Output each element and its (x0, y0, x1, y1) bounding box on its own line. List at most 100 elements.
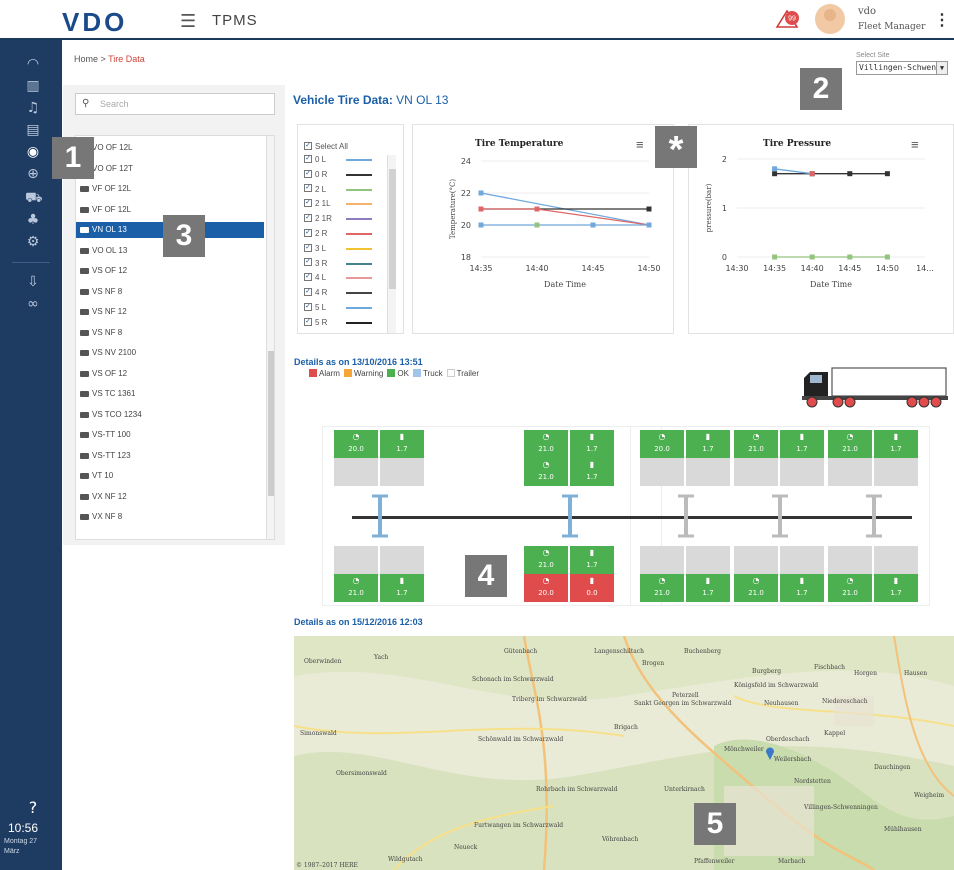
tire-row[interactable]: ✓ 3 R (304, 258, 372, 270)
vehicle-list-item[interactable]: VS TC 1361 (76, 386, 264, 402)
map-place-label: Dauchingen (874, 764, 911, 771)
truck-icon (80, 206, 89, 213)
tire-row[interactable]: ✓ 0 L (304, 154, 372, 166)
vehicle-list-item[interactable]: VS TCO 1234 (76, 407, 264, 423)
help-icon[interactable]: ? (25, 800, 41, 816)
alarm-count: 99 (788, 16, 796, 23)
vehicle-list-item[interactable]: VO OF 12L (76, 140, 264, 156)
vehicle-list-item[interactable]: VS NF 8 (76, 325, 264, 341)
tire-checkbox[interactable]: ✓ (304, 154, 312, 163)
steering-wheel-icon[interactable]: ⊕ (25, 166, 41, 182)
tire-row[interactable]: ✓ 0 R (304, 169, 372, 181)
select-site-label: Select Site (856, 52, 890, 59)
tire-checkbox[interactable]: ✓ (304, 302, 312, 311)
vehicle-label: VN OL 13 (92, 225, 127, 234)
alarm-notification-icon[interactable]: 99 (774, 8, 802, 30)
x-tick-label: 14... (916, 264, 934, 273)
bell-icon[interactable]: ♫ (25, 100, 41, 116)
scrollbar-thumb[interactable] (268, 351, 274, 496)
tire-row[interactable]: ✓ 5 R (304, 317, 372, 329)
vehicle-title-prefix: Vehicle Tire Data: (293, 93, 393, 107)
report-icon[interactable]: ▤ (25, 122, 41, 138)
vehicle-list-item[interactable]: VX NF 8 (76, 509, 264, 525)
select-all-checkbox[interactable]: ✓ (304, 141, 312, 150)
vehicle-search-input[interactable]: ⚲ Search (75, 93, 275, 115)
truck-icon (80, 247, 89, 254)
vehicle-list-item[interactable]: VS OF 12 (76, 263, 264, 279)
map-place-label: Königsfeld im Schwarzwald (734, 682, 819, 689)
x-tick-label: 14:45 (581, 264, 604, 273)
temperature-chart: 18 20 22 24 14:35 14:40 14:45 14:50 Date Time Tem… (449, 157, 661, 289)
vehicle-label: VO OF 12T (92, 163, 133, 173)
map-place-label: Brigach (614, 724, 638, 731)
data-point (772, 166, 778, 172)
details-timestamp-2: Details as on 15/12/2016 12:03 (294, 617, 423, 627)
data-point (772, 171, 778, 177)
map-icon[interactable]: ▥ (25, 78, 41, 94)
map-place-label: Burgberg (752, 668, 782, 675)
tire-label: 3 R (315, 258, 328, 268)
vehicle-list-item[interactable]: VS-TT 100 (76, 427, 264, 443)
vehicle-list-item[interactable]: VT 10 (76, 468, 264, 484)
data-point (646, 206, 652, 212)
vehicle-location-map[interactable]: Oberwinden Yach Gütenbach Langenschiltach Bu… (294, 636, 954, 870)
tire-row[interactable]: ✓ 4 L (304, 272, 372, 284)
breadcrumb-home[interactable]: Home (74, 54, 98, 64)
legend-label: Truck (422, 369, 443, 378)
vehicle-list-scrollbar[interactable] (266, 136, 274, 539)
truck-icon (80, 411, 89, 418)
map-place-label: Horgen (854, 670, 877, 677)
vdo-logo[interactable]: VDO (62, 7, 127, 38)
tire-selector-scrollbar[interactable] (387, 155, 396, 333)
more-options-icon[interactable]: ⋮ (934, 10, 950, 30)
search-icon: ⚲ (82, 98, 90, 109)
truck-icon (80, 268, 89, 274)
tire-row[interactable]: ✓ 2 1L (304, 198, 372, 210)
vehicle-list-item[interactable]: VS OF 12 (76, 366, 264, 382)
tire-icon[interactable]: ◉ (25, 144, 41, 160)
dashboard-gauge-icon[interactable]: ◠ (25, 56, 41, 72)
vehicle-list-item[interactable]: VS-TT 123 (76, 448, 264, 464)
series-line (774, 168, 813, 175)
download-icon[interactable]: ⇩ (25, 274, 41, 290)
select-all-row[interactable]: ✓ Select All (304, 141, 348, 153)
tire-checkbox[interactable]: ✓ (304, 288, 312, 297)
tire-checkbox[interactable]: ✓ (304, 184, 312, 193)
site-select-dropdown[interactable]: Villingen-Schwenn ▼ (856, 61, 948, 75)
tire-checkbox[interactable]: ✓ (304, 317, 312, 326)
hierarchy-icon[interactable]: ♣ (25, 212, 41, 228)
map-place-label: Neueck (454, 844, 478, 851)
truck-icon[interactable]: ⛟ (25, 190, 43, 206)
callout-3: 3 (163, 215, 205, 257)
tire-row[interactable]: ✓ 4 R (304, 287, 372, 299)
tire-checkbox[interactable]: ✓ (304, 243, 312, 252)
map-place-label: Villingen-Schwenningen (804, 804, 878, 811)
vehicle-list-item[interactable]: VS NF 12 (76, 304, 264, 320)
y-axis-label: pressure(bar) (705, 183, 713, 232)
tire-row[interactable]: ✓ 3 L (304, 243, 372, 255)
hamburger-menu-icon[interactable]: ☰ (180, 11, 196, 32)
tire-row[interactable]: ✓ 5 L (304, 302, 372, 314)
vehicle-list-item[interactable]: VS NV 2100 (76, 345, 264, 361)
tire-row[interactable]: ✓ 2 1R (304, 213, 372, 225)
tire-checkbox[interactable]: ✓ (304, 228, 312, 237)
chevron-down-icon[interactable]: ▼ (936, 62, 947, 74)
tire-checkbox[interactable]: ✓ (304, 273, 312, 282)
tire-checkbox[interactable]: ✓ (304, 214, 312, 223)
vehicle-list-panel: ⚲ Search VO OF 12L VO OF 12T VF OF 12L VF O… (63, 85, 285, 545)
tire-checkbox[interactable]: ✓ (304, 199, 312, 208)
tire-checkbox[interactable]: ✓ (304, 169, 312, 178)
settings-gear-icon[interactable]: ⚙ (25, 234, 41, 250)
binoculars-icon[interactable]: ∞ (25, 296, 41, 312)
vehicle-list-item[interactable]: VO OF 12T (76, 161, 264, 177)
vehicle-list-item[interactable]: VF OF 12L (76, 181, 264, 197)
vehicle-list-item[interactable]: VX NF 12 (76, 489, 264, 505)
tire-row[interactable]: ✓ 2 L (304, 184, 372, 196)
tire-checkbox[interactable]: ✓ (304, 258, 312, 267)
vehicle-label: VS TC 1361 (92, 389, 136, 398)
scrollbar-thumb[interactable] (389, 169, 396, 289)
vehicle-list-item[interactable]: VS NF 8 (76, 284, 264, 300)
tire-row[interactable]: ✓ 2 R (304, 228, 372, 240)
map-place-label: Hausen (904, 670, 928, 677)
user-avatar[interactable] (815, 4, 845, 34)
